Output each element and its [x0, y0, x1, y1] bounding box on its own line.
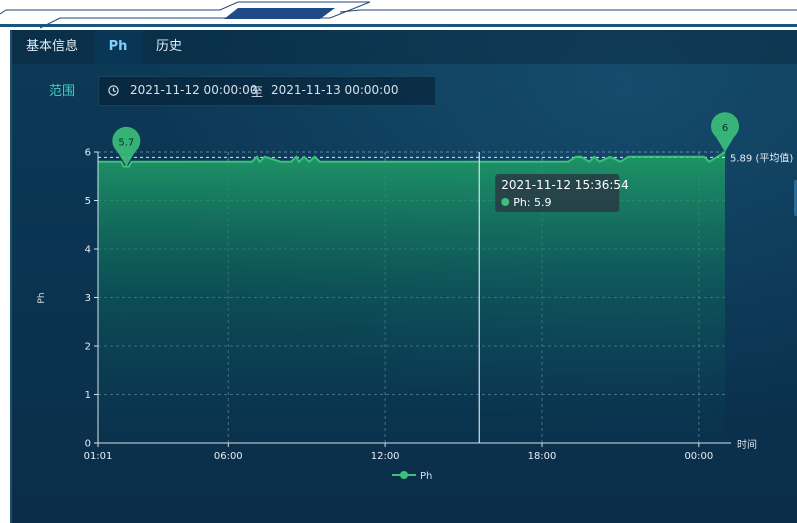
ph-area — [98, 152, 725, 443]
ph-chart: 0 1 2 3 4 5 6 01:01 06:00 12:00 18:00 00:00 5.7 6 5.… — [37, 112, 793, 482]
x-tick-label: 06:00 — [214, 451, 243, 462]
legend[interactable]: Ph — [392, 471, 432, 482]
y-tick-label: 1 — [85, 390, 91, 401]
average-label: 5.89 (平均值) — [730, 151, 793, 164]
x-tick-label: 00:00 — [684, 451, 713, 462]
y-tick-label: 5 — [85, 196, 91, 207]
marker-value: 6 — [722, 123, 728, 134]
marker-pin: 5.7 — [112, 126, 141, 167]
x-tick-label: 18:00 — [528, 451, 557, 462]
marker-value: 5.7 — [118, 138, 134, 149]
y-tick-label: 6 — [85, 148, 91, 159]
y-tick-label: 2 — [85, 342, 91, 353]
x-tick-label: 12:00 — [371, 451, 400, 462]
tooltip-series-dot — [501, 198, 510, 206]
legend-label: Ph — [420, 471, 432, 482]
y-tick-label: 4 — [85, 245, 91, 256]
legend-dot — [400, 471, 408, 479]
x-axis-label: 时间 — [737, 438, 757, 451]
y-tick-label: 0 — [85, 439, 91, 450]
marker-pin: 6 — [711, 112, 739, 152]
tooltip-value: Ph: 5.9 — [513, 196, 551, 209]
tooltip-time: 2021-11-12 15:36:54 — [501, 178, 628, 192]
tooltip: 2021-11-12 15:36:54 Ph: 5.9 — [495, 174, 629, 212]
y-tick-label: 3 — [85, 293, 91, 304]
y-axis-label: Ph — [37, 292, 47, 303]
x-tick-label: 01:01 — [84, 451, 113, 462]
